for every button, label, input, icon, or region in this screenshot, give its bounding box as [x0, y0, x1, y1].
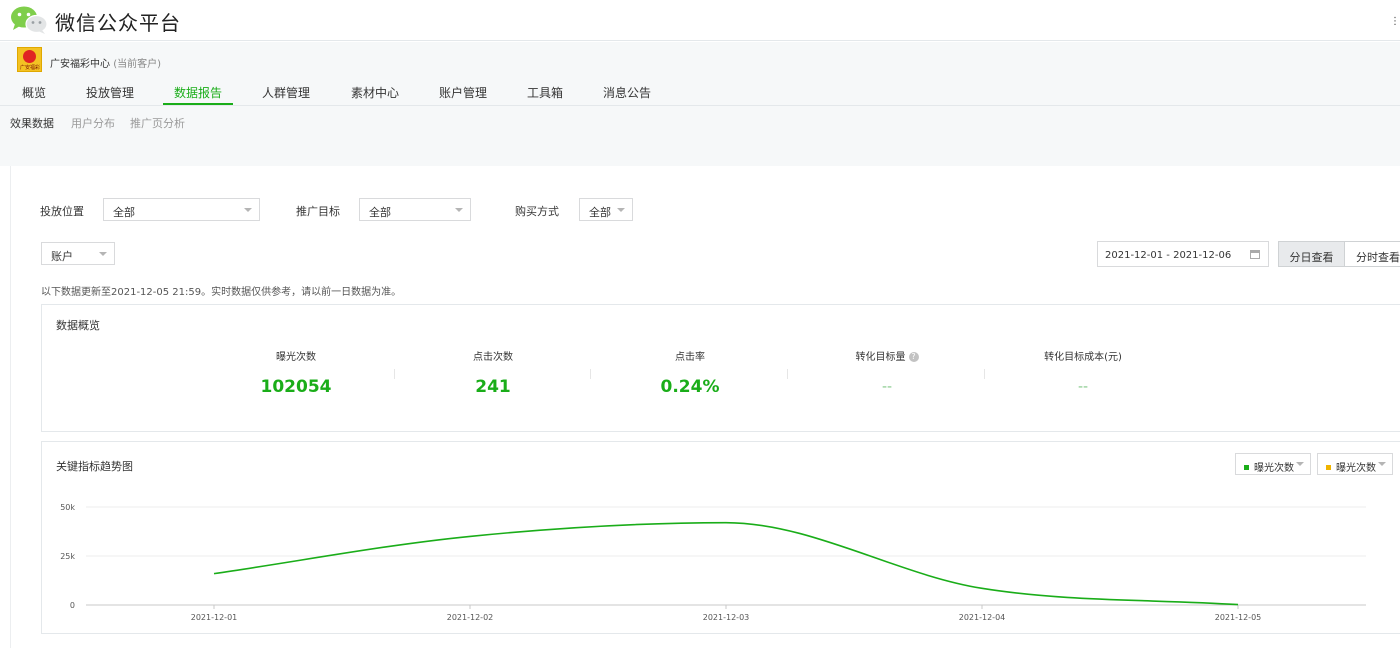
- app-root: 微信公众平台 ⋮ 广安福彩 广安福彩中心 (当前客户) 概览 投放管理 数据报告…: [0, 0, 1400, 648]
- x-tick-label: 2021-12-02: [447, 613, 494, 622]
- x-tick-label: 2021-12-01: [191, 613, 238, 622]
- series-line: [213, 521, 1239, 606]
- x-tick-label: 2021-12-04: [959, 613, 1006, 622]
- y-tick-label: 25k: [60, 552, 75, 561]
- y-tick-label: 0: [70, 601, 75, 610]
- y-tick-label: 50k: [60, 503, 75, 512]
- x-tick-label: 2021-12-05: [1215, 613, 1262, 622]
- trend-chart: 0 25k 50k 2021-12-01 2021-12-02 2021-12-03 202…: [60, 503, 1366, 622]
- x-tick-label: 2021-12-03: [703, 613, 750, 622]
